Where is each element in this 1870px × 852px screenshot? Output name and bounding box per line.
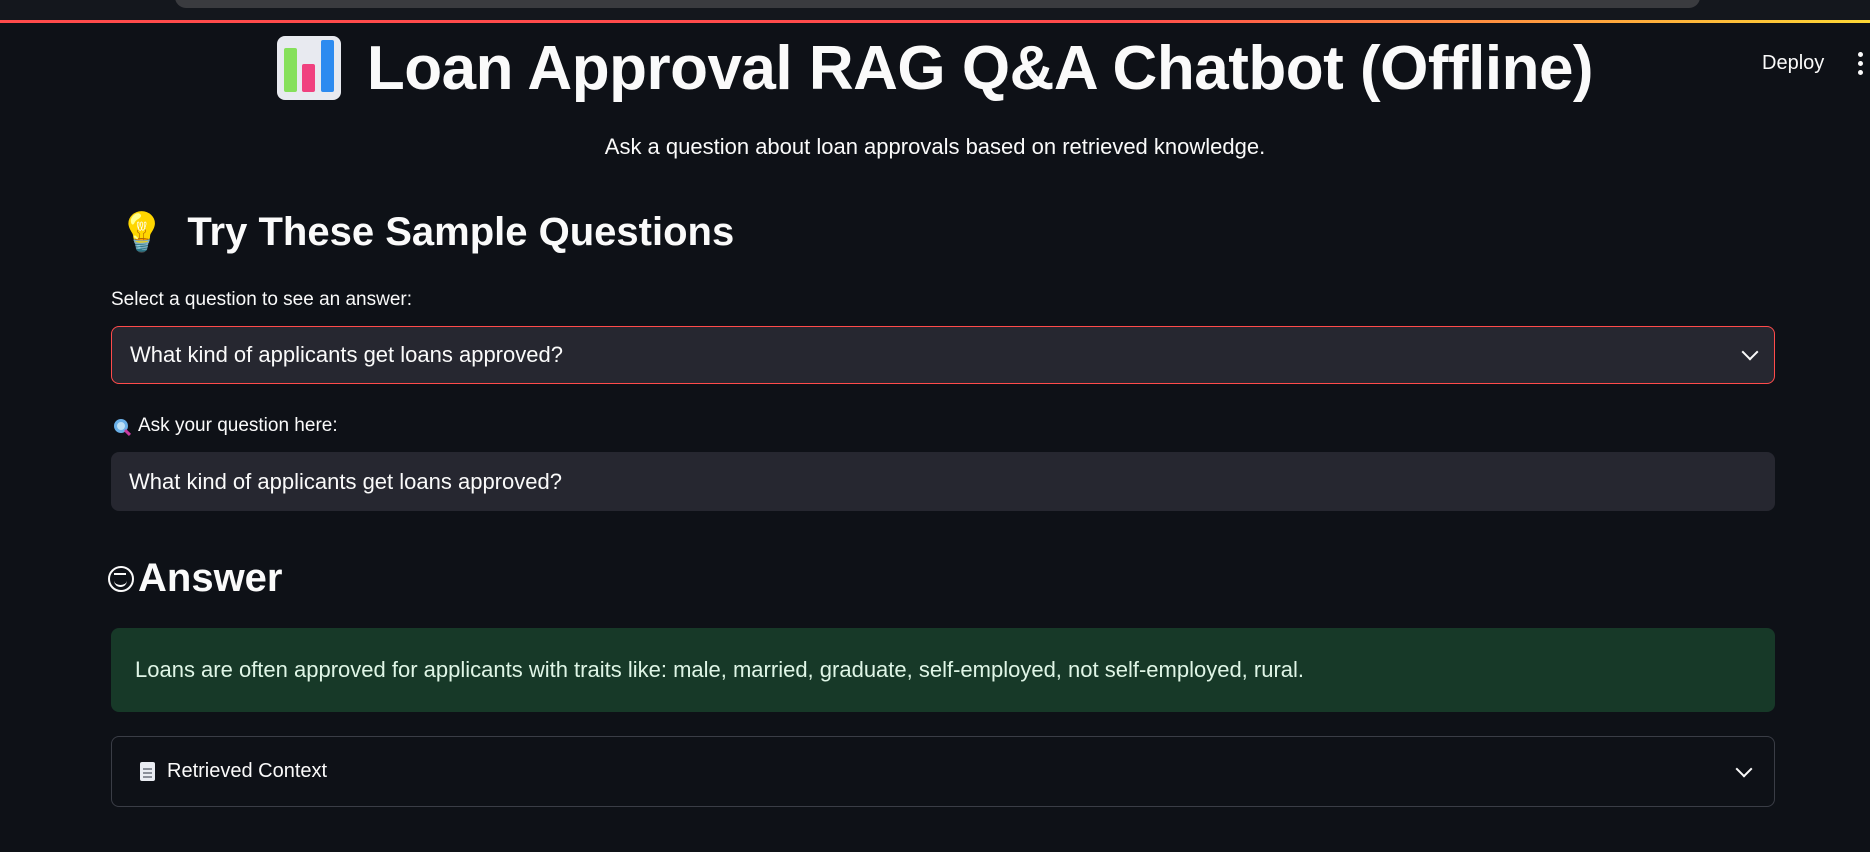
lightbulb-icon: 💡	[118, 211, 166, 254]
answer-heading: Answer	[108, 556, 283, 601]
ask-question-label-text: Ask your question here:	[138, 415, 338, 436]
ask-question-label: Ask your question here:	[114, 415, 338, 437]
search-icon	[114, 419, 128, 433]
document-icon	[140, 762, 155, 781]
answer-heading-text: Answer	[138, 556, 283, 600]
page-title: Loan Approval RAG Q&A Chatbot (Offline)	[366, 33, 1594, 103]
sample-question-selected-value: What kind of applicants get loans approv…	[130, 342, 563, 367]
title-row: Loan Approval RAG Q&A Chatbot (Offline)	[0, 28, 1870, 108]
answer-box: Loans are often approved for applicants …	[111, 628, 1775, 712]
question-input[interactable]	[111, 452, 1775, 511]
browser-top-strip	[0, 0, 1870, 22]
select-question-label: Select a question to see an answer:	[111, 289, 413, 310]
smile-icon	[108, 565, 134, 592]
bar-chart-icon	[276, 36, 341, 100]
page-subtitle: Ask a question about loan approvals base…	[604, 134, 1266, 159]
sample-question-select[interactable]: What kind of applicants get loans approv…	[111, 326, 1775, 384]
chevron-down-icon	[1735, 760, 1753, 777]
chevron-down-icon	[1741, 343, 1759, 361]
browser-address-pill	[175, 0, 1700, 8]
answer-text: Loans are often approved for applicants …	[135, 657, 1305, 682]
app-decoration-bar	[0, 20, 1870, 23]
sample-questions-heading-text: Try These Sample Questions	[187, 210, 735, 254]
retrieved-context-expander[interactable]: Retrieved Context	[111, 736, 1775, 807]
sample-questions-heading: 💡 Try These Sample Questions	[118, 210, 734, 255]
retrieved-context-label: Retrieved Context	[167, 760, 328, 782]
